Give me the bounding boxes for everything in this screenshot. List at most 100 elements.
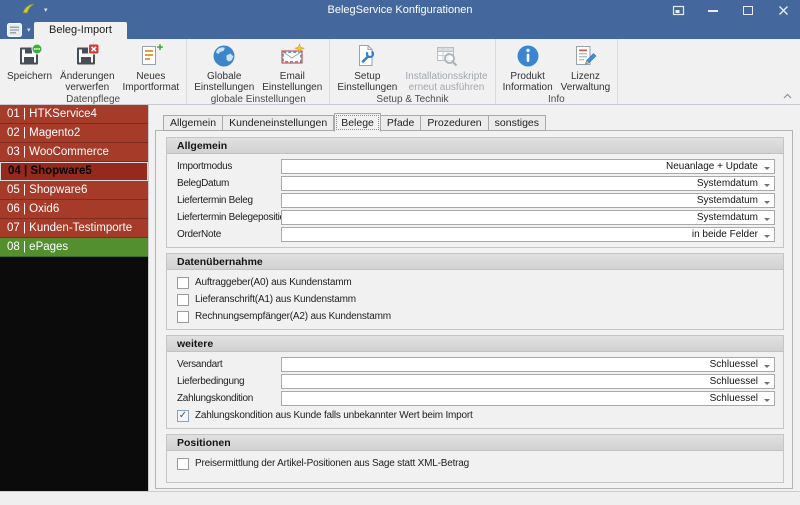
field-label: Versandart: [177, 359, 281, 370]
section-weitere: weitere Versandart Schluessel Lieferbedi…: [166, 335, 784, 429]
sidebar-item-epages[interactable]: 08 | ePages: [0, 238, 148, 257]
form-row: Lieferbedingung Schluessel: [177, 373, 775, 390]
lieferanschrift-checkbox-row[interactable]: Lieferanschrift(A1) aus Kundenstamm: [177, 291, 775, 308]
selected-value: Systemdatum: [697, 212, 758, 223]
ordernote-select[interactable]: in beide Felder: [281, 227, 775, 242]
minimize-button[interactable]: [706, 3, 720, 19]
window-style-icon: [672, 5, 685, 16]
form-row: OrderNote in beide Felder: [177, 226, 775, 243]
tab-prozeduren[interactable]: Prozeduren: [421, 115, 488, 131]
button-label: Produkt: [510, 71, 544, 82]
section-title: Allgemein: [167, 138, 783, 154]
preisermittlung-checkbox-row[interactable]: Preisermittlung der Artikel-Positionen a…: [177, 455, 775, 472]
window-style-button[interactable]: [671, 3, 685, 19]
tab-pfade[interactable]: Pfade: [381, 115, 421, 131]
ribbon-collapse-button[interactable]: [781, 91, 793, 101]
lieferbedingung-select[interactable]: Schluessel: [281, 374, 775, 389]
new-importformat-icon: [138, 43, 164, 69]
ribbon-collapse-icon: [783, 93, 792, 99]
field-label: Importmodus: [177, 161, 281, 172]
ribbon-group-datenpflege: Speichern Änderungenverwerfen NeuesImpor…: [0, 39, 187, 104]
tab-kundeneinstellungen[interactable]: Kundeneinstellungen: [223, 115, 334, 131]
file-menu-button[interactable]: ▾: [7, 23, 31, 37]
discard-changes-button[interactable]: Änderungenverwerfen: [56, 40, 119, 93]
file-menu-icon: [7, 23, 24, 37]
form-row: Liefertermin Beleg Systemdatum: [177, 192, 775, 209]
install-scripts-button[interactable]: Installationsskripteerneut ausführen: [401, 40, 491, 93]
sidebar-item-shopware5[interactable]: 04 | Shopware5: [0, 162, 148, 181]
sidebar-item-oxid6[interactable]: 06 | Oxid6: [0, 200, 148, 219]
license-management-button[interactable]: LizenzVerwaltung: [557, 40, 614, 93]
minimize-icon: [708, 10, 718, 12]
button-label: Setup: [354, 71, 380, 82]
ribbon: Speichern Änderungenverwerfen NeuesImpor…: [0, 39, 800, 105]
rechnungsempfaenger-checkbox[interactable]: [177, 311, 189, 323]
email-settings-icon: [279, 43, 305, 69]
button-label-2: Einstellungen: [262, 82, 322, 93]
globe-icon: [211, 43, 237, 69]
liefertermin-beleg-select[interactable]: Systemdatum: [281, 193, 775, 208]
setup-settings-button[interactable]: SetupEinstellungen: [333, 40, 401, 93]
email-settings-button[interactable]: EmailEinstellungen: [258, 40, 326, 93]
belegdatum-select[interactable]: Systemdatum: [281, 176, 775, 191]
preisermittlung-checkbox[interactable]: [177, 458, 189, 470]
zahlungskondition-fallback-checkbox[interactable]: [177, 410, 189, 422]
sidebar-item-woocommerce[interactable]: 03 | WooCommerce: [0, 143, 148, 162]
import-list-sidebar: 01 | HTKService4 02 | Magento2 03 | WooC…: [0, 105, 148, 491]
button-label-2: Einstellungen: [194, 82, 254, 93]
button-label-2: Einstellungen: [337, 82, 397, 93]
window-controls: [671, 0, 790, 21]
zahlungskondition-select[interactable]: Schluessel: [281, 391, 775, 406]
lieferanschrift-checkbox[interactable]: [177, 294, 189, 306]
sidebar-item-magento2[interactable]: 02 | Magento2: [0, 124, 148, 143]
auftraggeber-checkbox[interactable]: [177, 277, 189, 289]
maximize-button[interactable]: [741, 3, 755, 19]
discard-changes-icon: [74, 43, 100, 69]
button-label: Lizenz: [571, 71, 600, 82]
sidebar-item-kunden-testimporte[interactable]: 07 | Kunden-Testimporte: [0, 219, 148, 238]
application-window: ▾ BelegService Konfigurationen ▾ Beleg-I…: [0, 0, 800, 505]
maximize-icon: [743, 6, 753, 15]
zahlungskondition-fallback-checkbox-row[interactable]: Zahlungskondition aus Kunde falls unbeka…: [177, 407, 775, 424]
sidebar-item-htkservice4[interactable]: 01 | HTKService4: [0, 105, 148, 124]
button-label-2: Information: [503, 82, 553, 93]
status-bar: [0, 491, 800, 505]
dropdown-arrow-icon: [764, 184, 770, 190]
importmodus-select[interactable]: Neuanlage + Update: [281, 159, 775, 174]
selected-value: Neuanlage + Update: [666, 161, 758, 172]
tab-belege[interactable]: Belege: [334, 113, 381, 132]
sidebar-item-shopware6[interactable]: 05 | Shopware6: [0, 181, 148, 200]
ribbon-tab-beleg-import[interactable]: Beleg-Import: [34, 22, 127, 39]
section-datenuebernahme: Datenübernahme Auftraggeber(A0) aus Kund…: [166, 253, 784, 330]
dropdown-arrow-icon: [764, 235, 770, 241]
ribbon-group-setup-technik: SetupEinstellungen Installationsskriptee…: [330, 39, 495, 104]
field-label: OrderNote: [177, 229, 281, 240]
auftraggeber-checkbox-row[interactable]: Auftraggeber(A0) aus Kundenstamm: [177, 274, 775, 291]
product-info-button[interactable]: ProduktInformation: [499, 40, 557, 93]
checkbox-label: Zahlungskondition aus Kunde falls unbeka…: [195, 410, 473, 421]
form-row: Liefertermin Belegeposition Systemdatum: [177, 209, 775, 226]
button-label: Neues: [136, 71, 165, 82]
configuration-panel: Allgemein Kundeneinstellungen Belege Pfa…: [148, 105, 800, 491]
ribbon-group-globale-einstellungen: GlobaleEinstellungen EmailEinstellungen …: [187, 39, 330, 104]
selected-value: Schluessel: [710, 376, 758, 387]
versandart-select[interactable]: Schluessel: [281, 357, 775, 372]
tab-sonstiges[interactable]: sonstiges: [489, 115, 546, 131]
liefertermin-belegeposition-select[interactable]: Systemdatum: [281, 210, 775, 225]
checkbox-label: Rechnungsempfänger(A2) aus Kundenstamm: [195, 311, 391, 322]
save-button[interactable]: Speichern: [3, 40, 56, 82]
close-button[interactable]: [776, 3, 790, 19]
new-importformat-button[interactable]: NeuesImportformat: [119, 40, 184, 93]
button-label: Globale: [207, 71, 241, 82]
dropdown-arrow-icon: [764, 218, 770, 224]
global-settings-button[interactable]: GlobaleEinstellungen: [190, 40, 258, 93]
selected-value: Systemdatum: [697, 178, 758, 189]
rechnungsempfaenger-checkbox-row[interactable]: Rechnungsempfänger(A2) aus Kundenstamm: [177, 308, 775, 325]
tab-allgemein[interactable]: Allgemein: [163, 115, 223, 131]
field-label: Liefertermin Belegeposition: [177, 212, 281, 223]
checkbox-label: Auftraggeber(A0) aus Kundenstamm: [195, 277, 351, 288]
setup-settings-icon: [354, 43, 380, 69]
file-menu-dropdown-icon: ▾: [27, 26, 31, 34]
field-label: Zahlungskondition: [177, 393, 281, 404]
product-info-icon: [515, 43, 541, 69]
